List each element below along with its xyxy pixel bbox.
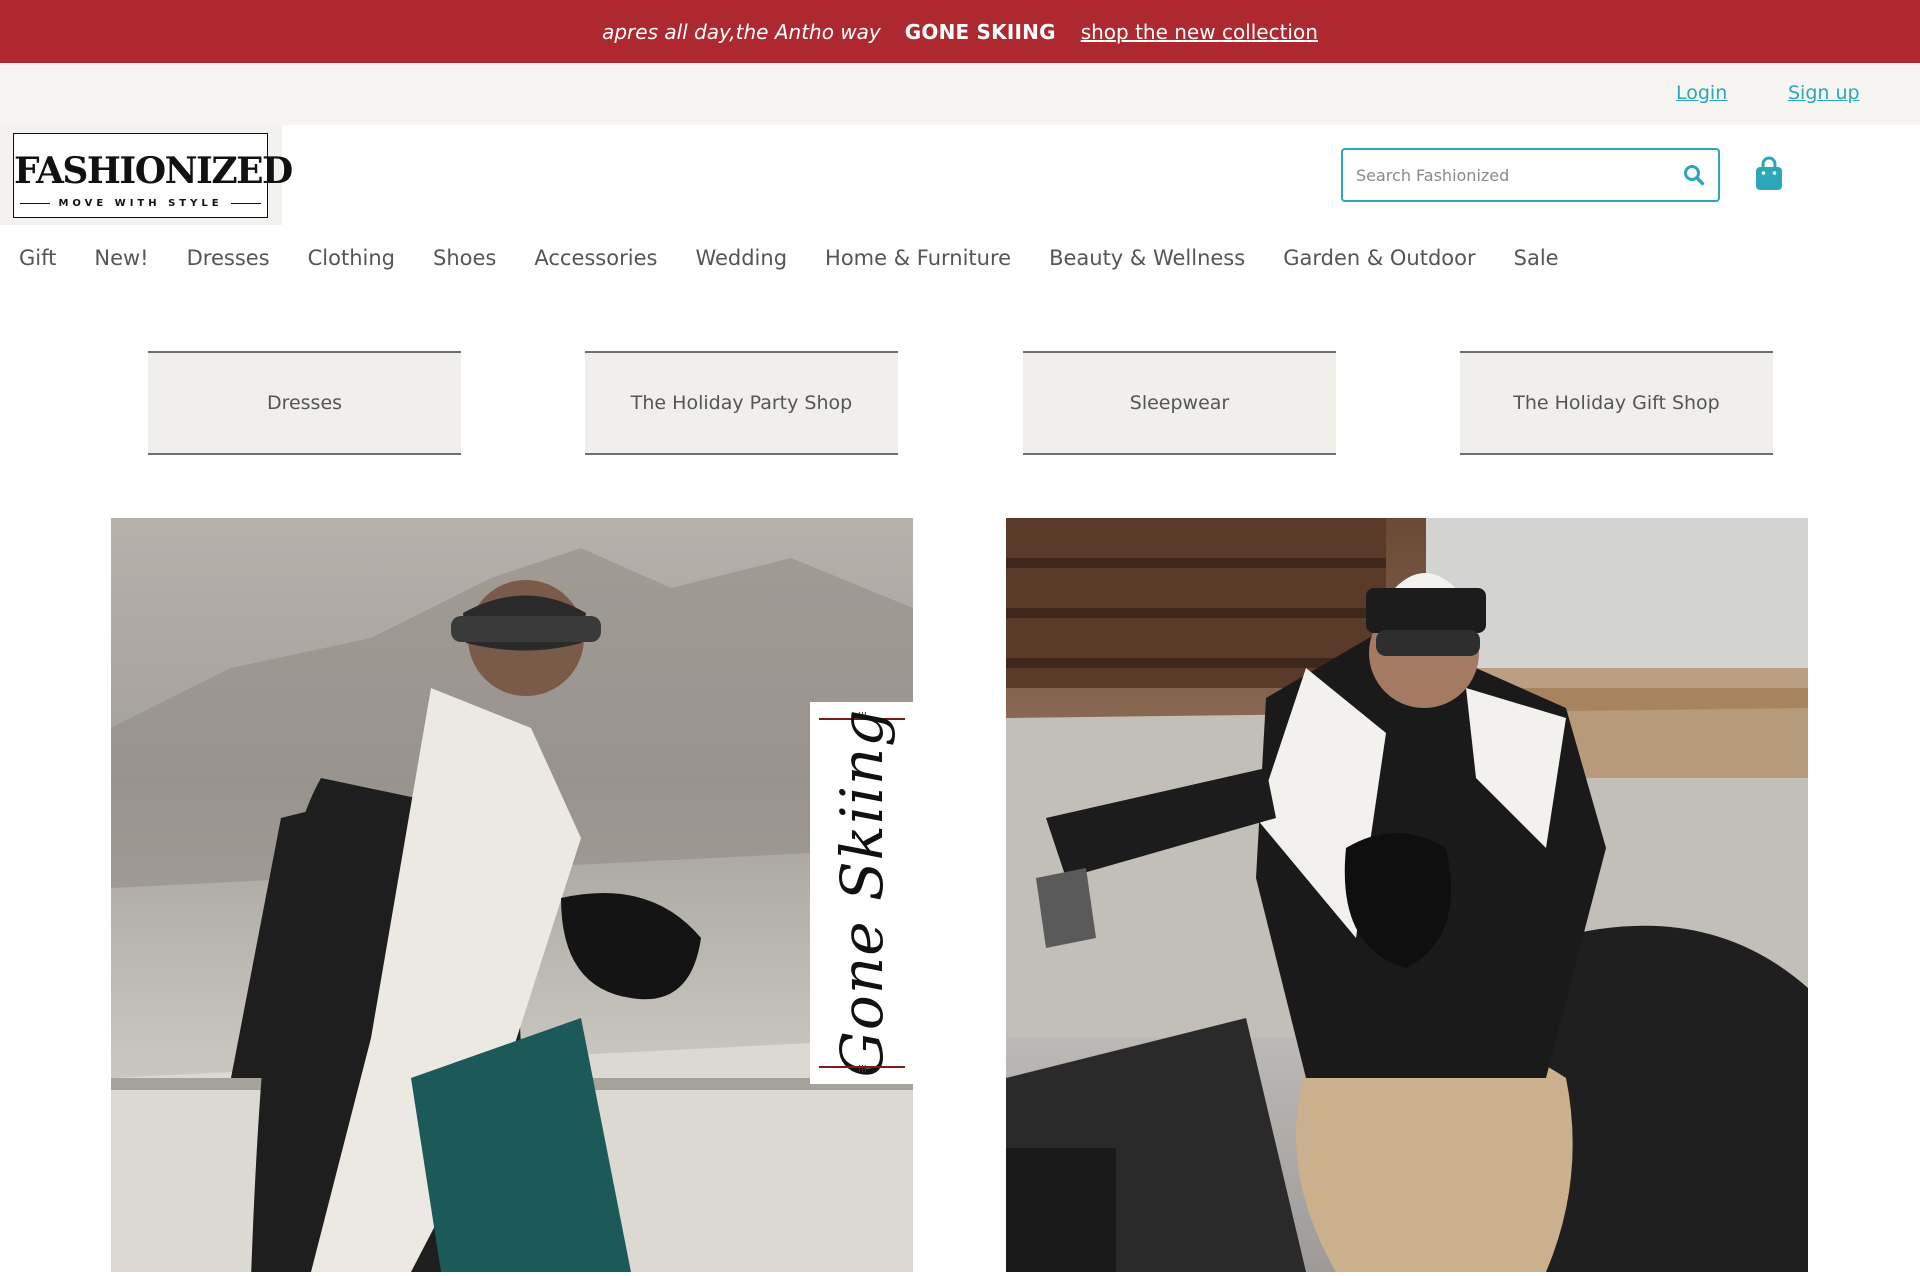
logo-rule-right <box>230 202 262 205</box>
nav-item-home-furniture[interactable]: Home & Furniture <box>825 246 1011 270</box>
shopping-bag-icon[interactable] <box>1754 156 1784 192</box>
promo-tagline: apres all day,the Antho way <box>602 19 881 44</box>
nav-item-beauty-wellness[interactable]: Beauty & Wellness <box>1049 246 1245 270</box>
logo-tagline: MOVE WITH STYLE <box>12 198 269 209</box>
account-bar: Login Sign up <box>0 63 1920 125</box>
search-input[interactable] <box>1356 165 1682 185</box>
nav-item-gift[interactable]: Gift <box>19 246 56 270</box>
tile-sleepwear[interactable]: Sleepwear <box>1023 351 1336 455</box>
hero-left-illustration <box>111 548 913 1272</box>
logo-rule-left <box>20 202 51 205</box>
hero-right-illustration <box>1006 518 1808 1272</box>
logo[interactable]: FASHIONIZED MOVE WITH STYLE <box>0 125 293 225</box>
tile-holiday-party-shop[interactable]: The Holiday Party Shop <box>585 351 898 455</box>
hero-image-right[interactable] <box>1006 518 1808 1272</box>
nav-item-clothing[interactable]: Clothing <box>308 246 395 270</box>
tile-holiday-gift-shop[interactable]: The Holiday Gift Shop <box>1460 351 1773 455</box>
hero-image-left[interactable] <box>111 518 913 1272</box>
nav-item-shoes[interactable]: Shoes <box>433 246 496 270</box>
badge-tick-bottom: III <box>858 1064 867 1075</box>
logo-box: FASHIONIZED MOVE WITH STYLE <box>12 133 293 218</box>
search-icon[interactable] <box>1682 163 1706 187</box>
nav-item-accessories[interactable]: Accessories <box>534 246 657 270</box>
promo-shop-link[interactable]: shop the new collection <box>1081 20 1318 44</box>
signup-link[interactable]: Sign up <box>1788 82 1860 104</box>
nav-item-sale[interactable]: Sale <box>1514 246 1559 270</box>
badge-script-text: Gone Skiing <box>828 708 896 1078</box>
search-box <box>1341 148 1720 202</box>
login-link[interactable]: Login <box>1676 82 1727 104</box>
nav-item-wedding[interactable]: Wedding <box>695 246 787 270</box>
nav-item-dresses[interactable]: Dresses <box>187 246 270 270</box>
main-nav: Gift New! Dresses Clothing Shoes Accesso… <box>0 242 1559 274</box>
logo-subtitle: MOVE WITH STYLE <box>58 198 223 209</box>
logo-title: FASHIONIZED <box>14 150 293 192</box>
nav-item-garden-outdoor[interactable]: Garden & Outdoor <box>1283 246 1475 270</box>
tile-dresses[interactable]: Dresses <box>148 351 461 455</box>
promo-headline: GONE SKIING <box>904 19 1056 44</box>
promo-banner: apres all day,the Antho way GONE SKIING … <box>0 0 1920 63</box>
nav-item-new[interactable]: New! <box>94 246 148 270</box>
gone-skiing-badge: III Gone Skiing III <box>810 702 914 1084</box>
